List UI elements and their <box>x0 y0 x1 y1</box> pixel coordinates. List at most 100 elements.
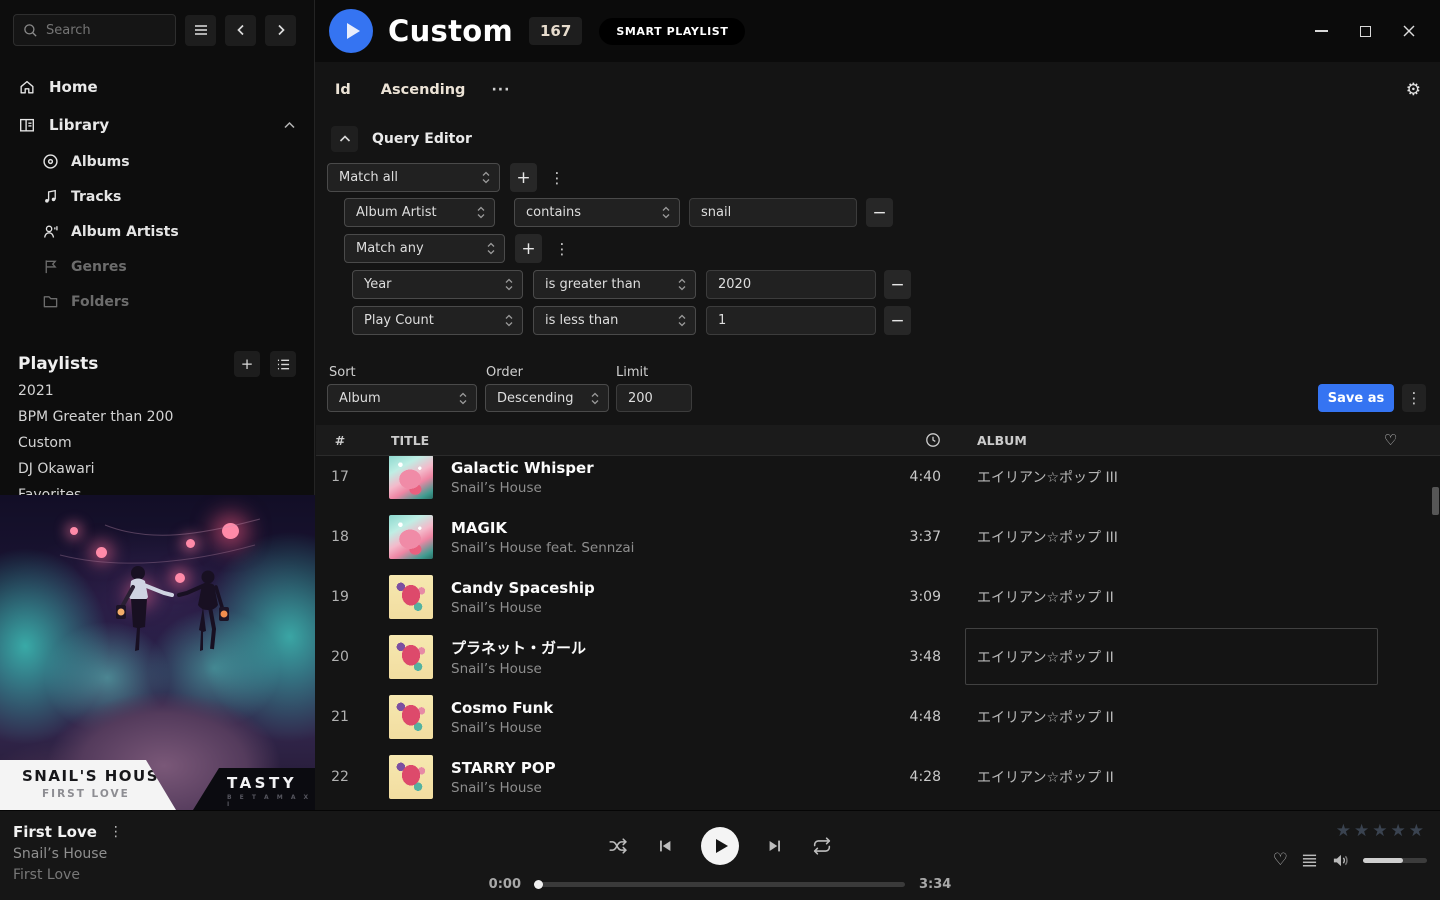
maximize-button[interactable] <box>1356 22 1374 40</box>
track-artist[interactable]: Snail’s House feat. Sennzai <box>451 540 634 556</box>
more-options-button[interactable]: ··· <box>491 82 510 98</box>
track-album[interactable]: エイリアン☆ポップ II <box>941 707 1341 727</box>
group-match-select[interactable]: Match any <box>344 234 505 263</box>
sidebar-item-label: Albums <box>71 154 130 170</box>
track-artist[interactable]: Snail’s House <box>451 780 556 796</box>
play-playlist-button[interactable] <box>329 9 373 53</box>
previous-icon <box>656 837 674 855</box>
column-duration[interactable] <box>871 432 941 448</box>
sort-field-button[interactable]: Id <box>335 82 351 98</box>
query-editor-title: Query Editor <box>372 131 472 147</box>
rule3-remove-button[interactable]: − <box>884 306 911 335</box>
scrollbar-thumb[interactable] <box>1432 487 1439 515</box>
minus-icon: − <box>872 203 886 223</box>
sidebar-item-genres[interactable]: Genres <box>0 249 314 284</box>
track-artist[interactable]: Snail’s House <box>451 720 553 736</box>
group-menu-button[interactable]: ⋮ <box>552 240 572 258</box>
search-box[interactable] <box>13 14 176 46</box>
nav-back-button[interactable] <box>225 15 256 46</box>
add-rule-button[interactable]: + <box>510 163 537 192</box>
column-number[interactable]: # <box>316 433 364 448</box>
playlist-item-dj-okawari[interactable]: DJ Okawari <box>18 456 296 481</box>
sidebar-item-album-artists[interactable]: Album Artists <box>0 214 314 249</box>
rule1-field-select[interactable]: Album Artist <box>344 198 495 227</box>
queue-button[interactable] <box>1301 853 1318 868</box>
save-as-button[interactable]: Save as <box>1318 384 1394 412</box>
table-row[interactable]: 21 Cosmo Funk Snail’s House 4:48 エイリアン☆ポ… <box>316 687 1440 747</box>
track-artist[interactable]: Snail’s House <box>451 480 594 496</box>
seek-bar[interactable] <box>535 882 905 887</box>
column-album[interactable]: ALBUM <box>941 433 1341 448</box>
column-title[interactable]: TITLE <box>364 433 871 448</box>
seek-knob[interactable] <box>534 880 543 889</box>
query-editor-collapse-button[interactable] <box>331 126 358 152</box>
rule3-operator-select[interactable]: is less than <box>533 306 696 335</box>
track-title[interactable]: Galactic Whisper <box>451 459 594 477</box>
limit-input[interactable] <box>616 384 692 412</box>
column-favorite[interactable]: ♡ <box>1341 431 1440 449</box>
track-title[interactable]: プラネット・ガール <box>451 637 586 658</box>
playlist-list-button[interactable] <box>270 351 296 377</box>
next-button[interactable] <box>766 837 784 855</box>
sidebar-item-albums[interactable]: Albums <box>0 144 314 179</box>
rule2-remove-button[interactable]: − <box>884 270 911 299</box>
rule2-field-select[interactable]: Year <box>352 270 523 299</box>
favorite-button[interactable]: ♡ <box>1273 850 1288 870</box>
sort-direction-button[interactable]: Ascending <box>381 82 466 98</box>
now-playing-album-art[interactable]: SNAIL'S HOUSE FIRST LOVE TASTY B E T A M… <box>0 495 315 810</box>
heart-icon: ♡ <box>1273 850 1288 870</box>
track-artist[interactable]: Snail’s House <box>451 661 586 677</box>
playlist-item-2021[interactable]: 2021 <box>18 378 296 403</box>
sidebar-item-folders[interactable]: Folders <box>0 284 314 319</box>
volume-slider[interactable] <box>1363 858 1427 863</box>
table-row[interactable]: 19 Candy Spaceship Snail’s House 3:09 エイ… <box>316 567 1440 627</box>
nav-forward-button[interactable] <box>265 15 296 46</box>
gear-icon[interactable]: ⚙ <box>1406 80 1421 100</box>
library-collapse-icon[interactable] <box>283 121 296 130</box>
playlist-item-bpm[interactable]: BPM Greater than 200 <box>18 404 296 429</box>
track-title[interactable]: STARRY POP <box>451 759 556 777</box>
order-select[interactable]: Descending <box>485 384 609 412</box>
sort-select[interactable]: Album <box>327 384 477 412</box>
track-album[interactable]: エイリアン☆ポップ II <box>941 587 1341 607</box>
select-chevrons-icon <box>670 278 686 291</box>
rule1-remove-button[interactable]: − <box>866 198 893 227</box>
rule1-operator-select[interactable]: contains <box>514 198 680 227</box>
minimize-button[interactable] <box>1312 22 1330 40</box>
sidebar-item-tracks[interactable]: Tracks <box>0 179 314 214</box>
close-button[interactable] <box>1400 22 1418 40</box>
track-album[interactable]: エイリアン☆ポップ III <box>941 467 1341 487</box>
table-row[interactable]: 17 Galactic Whisper Snail’s House 4:40 エ… <box>316 456 1440 507</box>
select-chevrons-icon <box>583 392 599 405</box>
rule3-value-input[interactable] <box>706 306 876 335</box>
table-row[interactable]: 22 STARRY POP Snail’s House 4:28 エイリアン☆ポ… <box>316 747 1440 807</box>
track-title[interactable]: MAGIK <box>451 519 634 537</box>
volume-button[interactable] <box>1331 852 1350 869</box>
shuffle-button[interactable] <box>607 835 629 857</box>
rule2-value-input[interactable] <box>706 270 876 299</box>
table-row[interactable]: 18 MAGIK Snail’s House feat. Sennzai 3:3… <box>316 507 1440 567</box>
table-row[interactable]: 20 プラネット・ガール Snail’s House 3:48 エイリアン☆ポッ… <box>316 627 1440 687</box>
repeat-button[interactable] <box>811 835 833 857</box>
add-group-rule-button[interactable]: + <box>515 234 542 263</box>
search-input[interactable] <box>46 23 156 38</box>
rating-stars[interactable]: ★★★★★ <box>1267 821 1427 841</box>
track-artist[interactable]: Snail’s House <box>451 600 595 616</box>
playlist-item-custom[interactable]: Custom <box>18 430 296 455</box>
add-playlist-button[interactable]: + <box>234 351 260 377</box>
previous-button[interactable] <box>656 837 674 855</box>
rule2-operator-select[interactable]: is greater than <box>533 270 696 299</box>
rule3-field-select[interactable]: Play Count <box>352 306 523 335</box>
rule-group-menu-button[interactable]: ⋮ <box>547 169 567 187</box>
track-album[interactable]: エイリアン☆ポップ III <box>941 527 1341 547</box>
menu-button[interactable] <box>185 15 216 46</box>
root-match-select[interactable]: Match all <box>327 163 500 192</box>
save-menu-button[interactable]: ⋮ <box>1402 384 1426 412</box>
track-album[interactable]: エイリアン☆ポップ II <box>941 767 1341 787</box>
track-title[interactable]: Candy Spaceship <box>451 579 595 597</box>
track-title[interactable]: Cosmo Funk <box>451 699 553 717</box>
sidebar-item-library[interactable]: Library <box>0 106 314 144</box>
rule1-value-input[interactable] <box>689 198 857 227</box>
play-pause-button[interactable] <box>701 827 739 865</box>
sidebar-item-home[interactable]: Home <box>0 68 314 106</box>
